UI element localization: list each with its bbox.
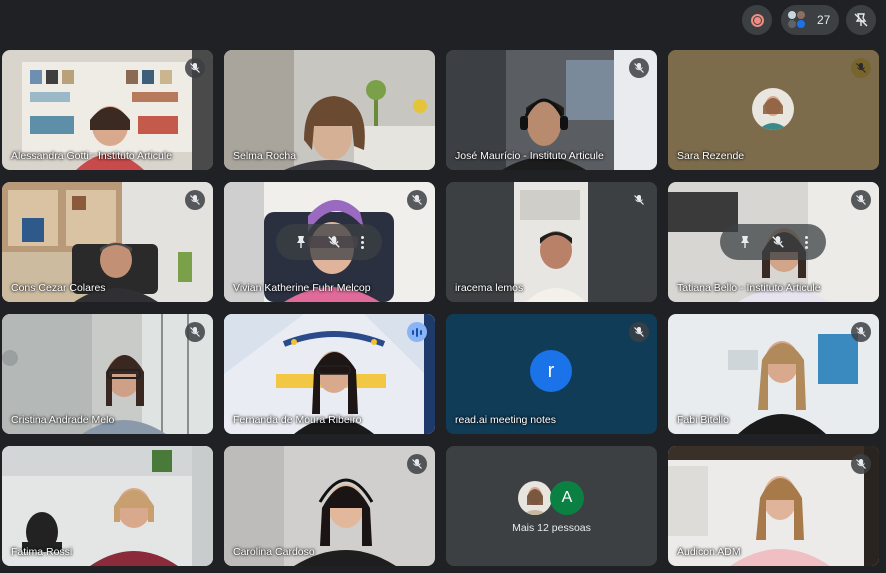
mic-off-indicator	[629, 322, 649, 342]
participant-avatar: r	[530, 350, 572, 392]
mic-off-icon	[856, 195, 866, 205]
participant-name: Carolina Cardoso	[233, 546, 315, 558]
more-participants-tile[interactable]: A Mais 12 pessoas	[446, 446, 657, 566]
mic-off-indicator	[185, 190, 205, 210]
participant-tile[interactable]: Cristina Andrade Melo	[2, 314, 213, 434]
participant-tile-active-speaker[interactable]: Fernanda de Moura Ribeiro	[224, 314, 435, 434]
participant-tile[interactable]: Audicon ADM	[668, 446, 879, 566]
speaking-icon	[411, 327, 423, 337]
pin-icon[interactable]	[294, 235, 308, 249]
participant-tile[interactable]: Alessandra Gotti - Instituto Articule	[2, 50, 213, 170]
mic-off-icon[interactable]	[327, 235, 341, 249]
unpin-button[interactable]	[846, 5, 876, 35]
participant-avatar	[518, 481, 552, 515]
participant-name: Fatima Rossi	[11, 546, 73, 558]
participant-tile[interactable]: Sara Rezende	[668, 50, 879, 170]
participant-name: Audicon ADM	[677, 546, 741, 558]
mic-off-icon	[856, 63, 866, 73]
mic-off-icon	[190, 327, 200, 337]
mic-off-indicator	[851, 58, 871, 78]
participant-name: Tatiana Bello - Instituto Articule	[677, 282, 821, 294]
people-icon	[787, 10, 807, 30]
mic-off-icon	[190, 195, 200, 205]
mic-off-icon	[412, 459, 422, 469]
participant-name: José Maurício - Instituto Articule	[455, 150, 604, 162]
mic-off-indicator	[629, 190, 649, 210]
overflow-avatars: A	[446, 446, 657, 566]
participant-count: 27	[817, 13, 831, 27]
participants-button[interactable]: 27	[781, 5, 839, 35]
participant-avatar	[752, 88, 794, 130]
mic-off-indicator	[185, 322, 205, 342]
participant-name: Vivian Katherine Fuhr Melcop	[233, 282, 371, 294]
participant-tile[interactable]: José Maurício - Instituto Articule	[446, 50, 657, 170]
mic-off-indicator	[407, 454, 427, 474]
mic-off-indicator	[851, 190, 871, 210]
top-bar: 27	[0, 0, 886, 40]
more-options-icon[interactable]	[805, 235, 809, 249]
participant-name: Cristina Andrade Melo	[11, 414, 115, 426]
participant-name: Sara Rezende	[677, 150, 745, 162]
participant-tile[interactable]: Fabi Bitello	[668, 314, 879, 434]
mic-off-icon	[634, 327, 644, 337]
participant-tile[interactable]: r read.ai meeting notes	[446, 314, 657, 434]
participant-name: Cons Cezar Colares	[11, 282, 106, 294]
mic-off-indicator	[851, 454, 871, 474]
participant-tile[interactable]: Fatima Rossi	[2, 446, 213, 566]
participant-tile[interactable]: Tatiana Bello - Instituto Articule	[668, 182, 879, 302]
mic-off-icon	[190, 63, 200, 73]
mic-off-icon	[856, 327, 866, 337]
record-icon	[750, 13, 764, 27]
participant-name: read.ai meeting notes	[455, 414, 556, 426]
participant-tile[interactable]: iracema lemos	[446, 182, 657, 302]
recording-button[interactable]	[742, 5, 772, 35]
participant-name: iracema lemos	[455, 282, 524, 294]
mic-off-indicator	[629, 58, 649, 78]
speaking-indicator	[407, 322, 427, 342]
participant-name: Fernanda de Moura Ribeiro	[233, 414, 362, 426]
mic-off-icon	[412, 195, 422, 205]
pin-icon[interactable]	[738, 235, 752, 249]
participant-tile[interactable]: Cons Cezar Colares	[2, 182, 213, 302]
mic-off-indicator	[185, 58, 205, 78]
participant-tile[interactable]: Vivian Katherine Fuhr Melcop	[224, 182, 435, 302]
unpin-icon	[854, 13, 868, 27]
participant-avatar: A	[550, 481, 584, 515]
tile-hover-controls	[276, 224, 382, 260]
participant-tile[interactable]: Carolina Cardoso	[224, 446, 435, 566]
mic-off-icon	[856, 459, 866, 469]
mic-off-icon	[634, 63, 644, 73]
mic-off-indicator	[407, 190, 427, 210]
mic-off-icon	[634, 195, 644, 205]
participant-name: Alessandra Gotti - Instituto Articule	[11, 150, 173, 162]
overflow-label: Mais 12 pessoas	[512, 522, 591, 534]
more-options-icon[interactable]	[361, 235, 365, 249]
mic-off-indicator	[851, 322, 871, 342]
participant-tile[interactable]: Selma Rocha	[224, 50, 435, 170]
participant-name: Fabi Bitello	[677, 414, 729, 426]
mic-off-icon[interactable]	[771, 235, 785, 249]
tile-hover-controls	[720, 224, 826, 260]
participant-name: Selma Rocha	[233, 150, 297, 162]
